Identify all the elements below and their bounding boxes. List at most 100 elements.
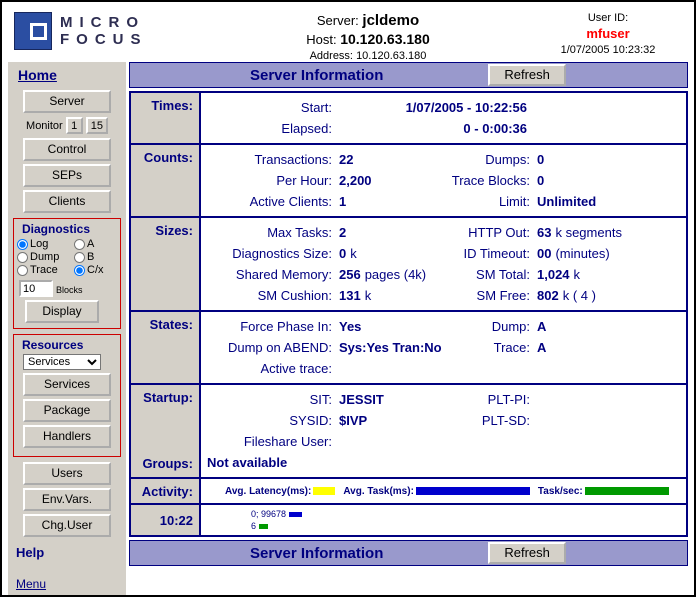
groups-value: Not available: [205, 452, 684, 473]
sm-free-label: SM Free:: [449, 285, 535, 306]
sm-cushion-value: 131: [339, 288, 361, 303]
id-timeout-value: 00: [537, 246, 551, 261]
address-label: Address:: [310, 50, 353, 62]
user-info-header: User ID: mfuser 1/07/2005 10:23:32: [528, 8, 688, 56]
server-button[interactable]: Server: [23, 90, 111, 113]
sysid-value: $IVP: [339, 413, 367, 428]
monitor-button-15[interactable]: 15: [86, 117, 108, 134]
server-info-table: Times: Start: 1/07/2005 - 10:22:56 Elaps…: [129, 91, 688, 537]
diagnostics-size-value: 0: [339, 246, 346, 261]
b-radio-option[interactable]: B: [74, 251, 117, 263]
shared-memory-label: Shared Memory:: [205, 264, 337, 285]
plt-sd-label: PLT-SD:: [449, 410, 535, 431]
sample-time-label: 10:22: [160, 513, 193, 528]
times-row: Times: Start: 1/07/2005 - 10:22:56 Elaps…: [131, 93, 686, 145]
b-radio[interactable]: [74, 252, 85, 263]
host-label: Host:: [306, 32, 336, 47]
id-timeout-suffix: (minutes): [555, 246, 609, 261]
dumps-label: Dumps:: [449, 149, 535, 170]
cx-radio-label: C/x: [87, 264, 104, 276]
cx-radio-option[interactable]: C/x: [74, 264, 117, 276]
a-radio-option[interactable]: A: [74, 238, 117, 250]
microfocus-logo-text: MICRO FOCUS: [60, 14, 148, 48]
sizes-row: Sizes: Max Tasks: 2 HTTP Out: 63k segmen…: [131, 218, 686, 312]
header-timestamp: 1/07/2005 10:23:32: [528, 44, 688, 56]
resources-select[interactable]: Services: [23, 354, 101, 370]
env-vars-button[interactable]: Env.Vars.: [23, 488, 111, 511]
clients-button[interactable]: Clients: [23, 190, 111, 213]
active-clients-label: Active Clients:: [205, 191, 337, 212]
counts-row: Counts: Transactions: 22 Dumps: 0 Per Ho…: [131, 145, 686, 218]
dump-on-abend-label: Dump on ABEND:: [205, 337, 337, 358]
refresh-button-top[interactable]: Refresh: [488, 64, 566, 86]
states-row: States: Force Phase In: Yes Dump: A Dump…: [131, 312, 686, 385]
monitor-controls: Monitor 1 15: [8, 117, 126, 134]
task-per-sec-legend-label: Task/sec:: [538, 486, 583, 497]
sidebar: Home Server Monitor 1 15 Control SEPs Cl…: [8, 62, 126, 595]
handlers-button[interactable]: Handlers: [23, 425, 111, 448]
sysid-label: SYSID:: [205, 410, 337, 431]
help-label: Help: [16, 545, 126, 560]
http-out-value: 63: [537, 225, 551, 240]
control-button[interactable]: Control: [23, 138, 111, 161]
trace-state-label: Trace:: [449, 337, 535, 358]
sm-total-suffix: k: [574, 267, 581, 282]
services-button[interactable]: Services: [23, 373, 111, 396]
sample-latency-task-value: 0; 99678: [251, 508, 286, 520]
dumps-value: 0: [537, 152, 544, 167]
activity-sample-row: 10:22 0; 99678 6: [131, 505, 686, 535]
activity-row: Activity: Avg. Latency(ms): Avg. Task(ms…: [131, 479, 686, 505]
blocks-input[interactable]: [19, 280, 53, 297]
sm-free-suffix: k ( 4 ): [563, 288, 596, 303]
dump-radio[interactable]: [17, 252, 28, 263]
trace-state-value: A: [537, 340, 546, 355]
page-title: Server Information: [250, 67, 383, 84]
log-radio-option[interactable]: Log: [17, 238, 74, 250]
microfocus-logo-icon: [14, 12, 52, 50]
seps-button[interactable]: SEPs: [23, 164, 111, 187]
elapsed-label: Elapsed:: [205, 118, 337, 139]
transactions-label: Transactions:: [205, 149, 337, 170]
per-hour-value: 2,200: [339, 173, 372, 188]
sm-cushion-suffix: k: [365, 288, 372, 303]
dump-radio-option[interactable]: Dump: [17, 251, 74, 263]
trace-radio[interactable]: [17, 265, 28, 276]
log-radio[interactable]: [17, 239, 28, 250]
home-link[interactable]: Home: [18, 67, 57, 83]
sizes-row-label: Sizes:: [131, 218, 201, 310]
force-phase-in-value: Yes: [339, 319, 361, 334]
package-button[interactable]: Package: [23, 399, 111, 422]
menu-link[interactable]: Menu: [16, 577, 46, 591]
server-info-header: Server: jcldemo Host: 10.120.63.180 Addr…: [208, 8, 528, 62]
trace-blocks-value: 0: [537, 173, 544, 188]
startup-row: Startup: Groups: SIT: JESSIT PLT-PI: SYS…: [131, 385, 686, 479]
shared-memory-value: 256: [339, 267, 361, 282]
task-bar: [416, 487, 530, 495]
monitor-button-1[interactable]: 1: [66, 117, 83, 134]
users-button[interactable]: Users: [23, 462, 111, 485]
change-user-button[interactable]: Chg.User: [23, 514, 111, 537]
resources-group: Resources Services Services Package Hand…: [13, 334, 121, 457]
display-button[interactable]: Display: [25, 300, 99, 323]
transactions-value: 22: [339, 152, 353, 167]
a-radio-label: A: [87, 238, 94, 250]
host-value: 10.120.63.180: [340, 31, 430, 47]
trace-radio-option[interactable]: Trace: [17, 264, 74, 276]
refresh-button-bottom[interactable]: Refresh: [488, 542, 566, 564]
a-radio[interactable]: [74, 239, 85, 250]
start-value: 1/07/2005 - 10:22:56: [337, 97, 527, 118]
http-out-suffix: k segments: [555, 225, 621, 240]
avg-task-legend-label: Avg. Task(ms):: [343, 486, 414, 497]
user-id-label: User ID:: [528, 12, 688, 24]
fileshare-user-label: Fileshare User:: [205, 431, 337, 452]
server-label: Server:: [317, 13, 359, 28]
activity-row-label: Activity:: [131, 479, 201, 503]
page-header: MICRO FOCUS Server: jcldemo Host: 10.120…: [8, 8, 688, 62]
sample-task-bar: [289, 512, 302, 517]
cx-radio[interactable]: [74, 265, 85, 276]
sit-value: JESSIT: [339, 392, 384, 407]
sm-total-label: SM Total:: [449, 264, 535, 285]
per-hour-label: Per Hour:: [205, 170, 337, 191]
logo-line2: FOCUS: [60, 31, 148, 48]
bottom-title-bar: Server Information Refresh: [129, 540, 688, 566]
